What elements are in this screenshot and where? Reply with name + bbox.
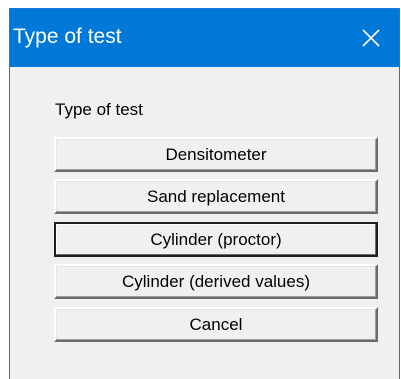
sand-replacement-button[interactable]: Sand replacement bbox=[54, 179, 378, 214]
close-icon bbox=[361, 28, 381, 48]
cancel-button[interactable]: Cancel bbox=[54, 307, 378, 342]
cylinder-proctor-button[interactable]: Cylinder (proctor) bbox=[54, 222, 378, 257]
dialog-body: Type of test Densitometer Sand replaceme… bbox=[10, 67, 399, 379]
close-button[interactable] bbox=[343, 9, 399, 67]
window-title: Type of test bbox=[13, 25, 122, 48]
group-label: Type of test bbox=[55, 100, 143, 119]
densitometer-button[interactable]: Densitometer bbox=[54, 137, 378, 172]
dialog-window: Type of test Type of test Densitometer S… bbox=[9, 8, 400, 379]
title-bar[interactable]: Type of test bbox=[10, 9, 399, 67]
cylinder-derived-values-button[interactable]: Cylinder (derived values) bbox=[54, 264, 378, 299]
